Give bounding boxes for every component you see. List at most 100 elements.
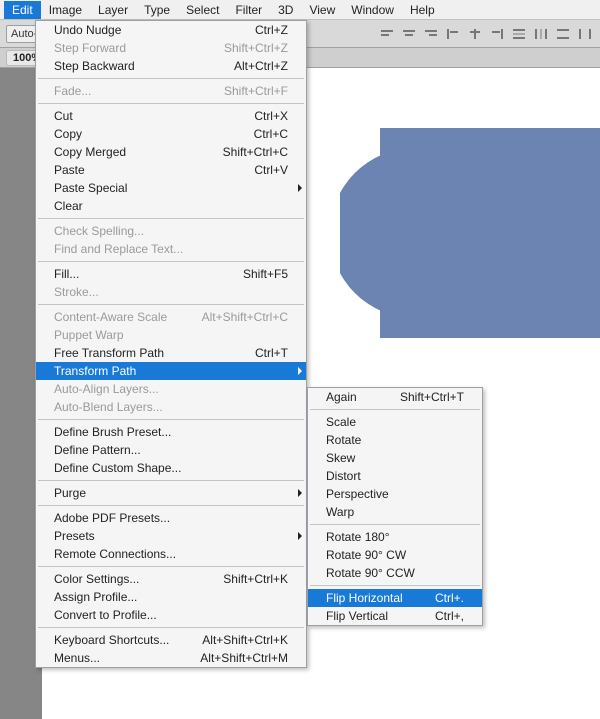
menu-bar: EditImageLayerTypeSelectFilter3DViewWind… (0, 0, 600, 20)
distribute-icon[interactable] (532, 26, 550, 42)
menu-item-label: Stroke... (54, 285, 99, 299)
distribute-icon[interactable] (554, 26, 572, 42)
edit-menu-item-copy-merged[interactable]: Copy MergedShift+Ctrl+C (36, 143, 306, 161)
menu-item-shortcut: Ctrl+T (255, 346, 288, 360)
edit-menu-separator (38, 304, 304, 305)
edit-menu-item-assign-profile[interactable]: Assign Profile... (36, 588, 306, 606)
menu-item-shortcut: Alt+Shift+Ctrl+C (202, 310, 288, 324)
edit-menu-item-paste[interactable]: PasteCtrl+V (36, 161, 306, 179)
menu-item-label: Find and Replace Text... (54, 242, 183, 256)
menubar-item-select[interactable]: Select (178, 1, 227, 19)
edit-menu-item-transform-path[interactable]: Transform Path (36, 362, 306, 380)
distribute-icon[interactable] (510, 26, 528, 42)
edit-menu-item-auto-align-layers: Auto-Align Layers... (36, 380, 306, 398)
menu-item-label: Define Brush Preset... (54, 425, 171, 439)
menu-item-label: Purge (54, 486, 86, 500)
edit-menu-item-presets[interactable]: Presets (36, 527, 306, 545)
menu-item-label: Flip Vertical (326, 609, 388, 623)
menu-item-label: Perspective (326, 487, 389, 501)
edit-menu-item-define-brush-preset[interactable]: Define Brush Preset... (36, 423, 306, 441)
align-icon[interactable] (378, 26, 396, 42)
menubar-item-filter[interactable]: Filter (227, 1, 270, 19)
align-icon[interactable] (422, 26, 440, 42)
transform-menu-item-flip-horizontal[interactable]: Flip Horizontal Ctrl+. (308, 589, 482, 607)
edit-menu-separator (38, 78, 304, 79)
transform-menu-item-warp[interactable]: Warp (308, 503, 482, 521)
menu-item-label: Transform Path (54, 364, 136, 378)
menu-item-shortcut: Shift+Ctrl+T (400, 390, 464, 404)
transform-menu-item-distort[interactable]: Distort (308, 467, 482, 485)
chevron-right-icon (298, 532, 302, 540)
menubar-item-layer[interactable]: Layer (90, 1, 136, 19)
edit-menu-item-adobe-pdf-presets[interactable]: Adobe PDF Presets... (36, 509, 306, 527)
vector-shape[interactable] (340, 128, 600, 338)
menu-item-shortcut: Shift+Ctrl+K (223, 572, 288, 586)
align-icon[interactable] (488, 26, 506, 42)
menu-item-label: Clear (54, 199, 83, 213)
menu-item-label: Rotate 90° CCW (326, 566, 415, 580)
menubar-item-help[interactable]: Help (402, 1, 443, 19)
transform-menu-item-skew[interactable]: Skew (308, 449, 482, 467)
edit-menu-item-paste-special[interactable]: Paste Special (36, 179, 306, 197)
menu-item-label: Auto-Blend Layers... (54, 400, 163, 414)
edit-menu-item-step-backward[interactable]: Step BackwardAlt+Ctrl+Z (36, 57, 306, 75)
menu-item-shortcut: Shift+Ctrl+Z (224, 41, 288, 55)
menu-item-label: Paste (54, 163, 85, 177)
edit-menu-item-define-pattern[interactable]: Define Pattern... (36, 441, 306, 459)
menubar-item-image[interactable]: Image (41, 1, 90, 19)
menu-item-label: Menus... (54, 651, 100, 665)
menubar-item-window[interactable]: Window (343, 1, 402, 19)
menubar-item-type[interactable]: Type (136, 1, 178, 19)
menu-item-label: Flip Horizontal (326, 591, 403, 605)
menu-item-label: Keyboard Shortcuts... (54, 633, 169, 647)
edit-menu-item-purge[interactable]: Purge (36, 484, 306, 502)
transform-menu-separator (310, 524, 480, 525)
edit-menu-separator (38, 627, 304, 628)
menu-item-label: Content-Aware Scale (54, 310, 167, 324)
menu-item-label: Define Custom Shape... (54, 461, 181, 475)
menubar-item-edit[interactable]: Edit (4, 1, 41, 19)
edit-menu-item-undo-nudge[interactable]: Undo NudgeCtrl+Z (36, 21, 306, 39)
menu-item-shortcut: Ctrl+C (254, 127, 288, 141)
menu-item-label: Auto-Align Layers... (54, 382, 159, 396)
menu-item-label: Paste Special (54, 181, 127, 195)
menu-item-label: Undo Nudge (54, 23, 121, 37)
edit-menu-item-auto-blend-layers: Auto-Blend Layers... (36, 398, 306, 416)
align-icon[interactable] (466, 26, 484, 42)
align-icon[interactable] (400, 26, 418, 42)
edit-menu-separator (38, 218, 304, 219)
transform-menu-item-flip-vertical[interactable]: Flip VerticalCtrl+, (308, 607, 482, 625)
edit-menu-item-convert-to-profile[interactable]: Convert to Profile... (36, 606, 306, 624)
transform-menu-item-rotate-90-cw[interactable]: Rotate 90° CW (308, 546, 482, 564)
menu-item-label: Step Backward (54, 59, 135, 73)
distribute-icon[interactable] (576, 26, 594, 42)
menubar-item-3d[interactable]: 3D (270, 1, 301, 19)
edit-menu-item-free-transform-path[interactable]: Free Transform PathCtrl+T (36, 344, 306, 362)
align-icon[interactable] (444, 26, 462, 42)
menu-item-shortcut: Ctrl+. (435, 591, 464, 605)
transform-menu-item-rotate-90-ccw[interactable]: Rotate 90° CCW (308, 564, 482, 582)
transform-path-submenu[interactable]: AgainShift+Ctrl+T ScaleRotateSkewDistort P… (307, 387, 483, 626)
menubar-item-view[interactable]: View (301, 1, 343, 19)
edit-menu-item-color-settings[interactable]: Color Settings... Shift+Ctrl+K (36, 570, 306, 588)
transform-menu-item-rotate-180[interactable]: Rotate 180° (308, 528, 482, 546)
transform-menu-item-scale[interactable]: Scale (308, 413, 482, 431)
edit-menu[interactable]: Undo NudgeCtrl+Z Step Forward Shift+Ctrl+Z… (35, 20, 307, 668)
edit-menu-item-copy[interactable]: CopyCtrl+C (36, 125, 306, 143)
edit-menu-item-define-custom-shape[interactable]: Define Custom Shape... (36, 459, 306, 477)
transform-menu-item-rotate[interactable]: Rotate (308, 431, 482, 449)
menu-item-label: Cut (54, 109, 73, 123)
menu-item-label: Step Forward (54, 41, 126, 55)
menu-item-label: Color Settings... (54, 572, 139, 586)
menu-item-label: Presets (54, 529, 95, 543)
transform-menu-item-perspective[interactable]: Perspective (308, 485, 482, 503)
edit-menu-item-cut[interactable]: CutCtrl+X (36, 107, 306, 125)
edit-menu-item-menus[interactable]: Menus...Alt+Shift+Ctrl+M (36, 649, 306, 667)
edit-menu-item-keyboard-shortcuts[interactable]: Keyboard Shortcuts...Alt+Shift+Ctrl+K (36, 631, 306, 649)
edit-menu-item-clear[interactable]: Clear (36, 197, 306, 215)
transform-menu-item-again[interactable]: AgainShift+Ctrl+T (308, 388, 482, 406)
chevron-right-icon (298, 367, 302, 375)
edit-menu-item-fill[interactable]: Fill...Shift+F5 (36, 265, 306, 283)
edit-menu-item-puppet-warp: Puppet Warp (36, 326, 306, 344)
edit-menu-item-remote-connections[interactable]: Remote Connections... (36, 545, 306, 563)
